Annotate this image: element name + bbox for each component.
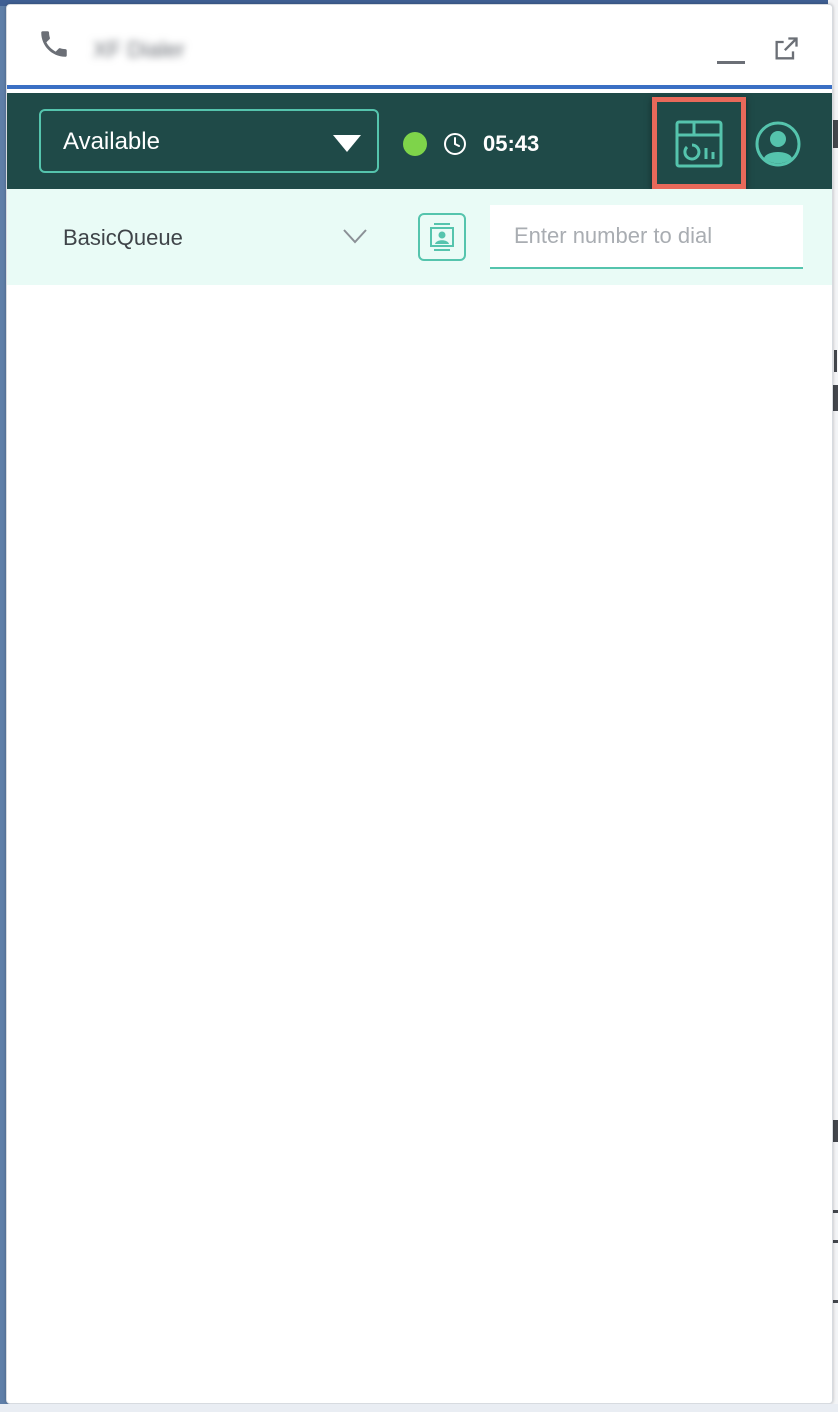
dial-number-input[interactable] bbox=[490, 205, 803, 269]
app-title: XF Dialer bbox=[93, 37, 185, 62]
queue-dropdown[interactable]: BasicQueue bbox=[39, 207, 379, 263]
external-link-icon[interactable] bbox=[772, 35, 800, 63]
contact-card-icon bbox=[430, 223, 454, 251]
agent-status-value: Available bbox=[63, 128, 160, 155]
clock-icon bbox=[444, 133, 466, 155]
user-profile-icon[interactable] bbox=[754, 120, 802, 168]
chevron-down-icon bbox=[343, 229, 367, 244]
agent-toolbar: Available 05:43 bbox=[7, 93, 832, 189]
contacts-button[interactable] bbox=[418, 213, 466, 261]
title-bar: XF Dialer bbox=[7, 5, 832, 89]
status-indicator-dot bbox=[403, 132, 427, 156]
status-timer: 05:43 bbox=[483, 131, 540, 156]
queue-value: BasicQueue bbox=[63, 225, 183, 250]
agent-status-dropdown[interactable]: Available bbox=[39, 109, 379, 173]
dial-bar: BasicQueue bbox=[7, 189, 832, 285]
background-strip-bottom bbox=[0, 1404, 838, 1412]
background-mark bbox=[834, 350, 837, 372]
report-dashboard-icon[interactable] bbox=[674, 119, 724, 169]
minimize-icon[interactable] bbox=[717, 61, 745, 64]
phone-icon bbox=[41, 31, 67, 57]
dialer-widget: XF Dialer Available 05:43 BasicQueue Ent… bbox=[6, 4, 833, 1404]
caret-down-icon bbox=[333, 135, 361, 152]
main-content-area bbox=[7, 285, 832, 1403]
